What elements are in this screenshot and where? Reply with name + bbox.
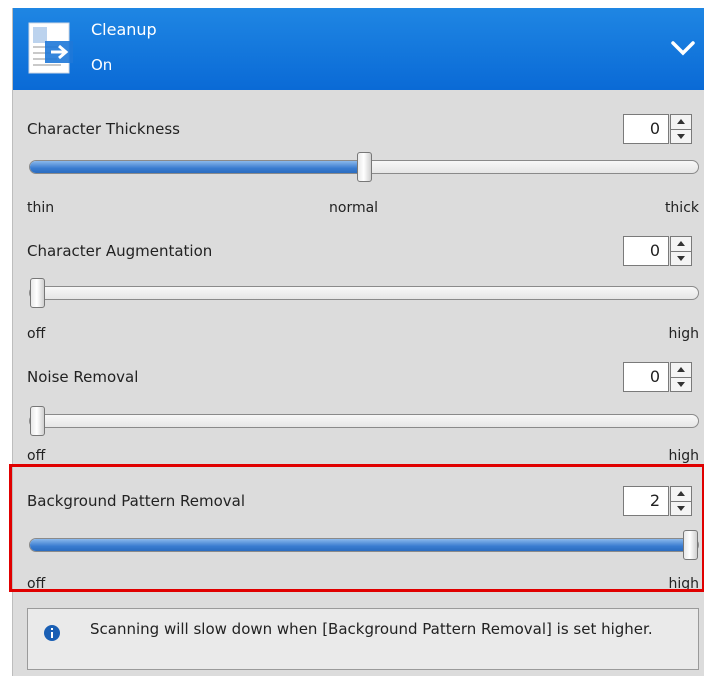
character-augmentation-label: Character Augmentation <box>27 242 213 260</box>
character-thickness-slider[interactable] <box>29 152 699 182</box>
character-thickness-label: Character Thickness <box>27 120 180 138</box>
noise-removal-stepper[interactable]: 0 <box>623 362 697 394</box>
character-thickness-stepper[interactable]: 0 <box>623 114 697 146</box>
noise-removal-label: Noise Removal <box>27 368 139 386</box>
cleanup-header[interactable]: Cleanup On <box>13 8 704 90</box>
character-thickness-value[interactable]: 0 <box>623 114 669 144</box>
tick-thick: thick <box>664 200 699 216</box>
slider-thumb[interactable] <box>357 152 372 182</box>
spin-down-icon[interactable] <box>671 377 691 391</box>
slider-fill <box>30 161 365 173</box>
noise-removal-slider[interactable] <box>29 406 699 436</box>
header-status: On <box>91 56 113 74</box>
tick-off: off <box>27 326 46 342</box>
tick-high: high <box>668 326 699 342</box>
tick-off: off <box>27 448 46 464</box>
spin-up-icon[interactable] <box>671 115 691 130</box>
tick-normal: normal <box>329 200 379 216</box>
spin-buttons <box>670 114 692 144</box>
chevron-down-icon[interactable] <box>669 38 697 58</box>
tick-high: high <box>668 448 699 464</box>
document-arrow-icon <box>28 22 73 74</box>
noise-removal-section: Noise Removal 0 off high <box>13 360 704 464</box>
info-icon <box>44 625 60 641</box>
character-thickness-section: Character Thickness 0 thin normal thick <box>13 112 704 224</box>
cleanup-panel: Cleanup On Character Thickness 0 thin no… <box>9 8 704 676</box>
header-title: Cleanup <box>91 20 157 39</box>
spin-up-icon[interactable] <box>671 363 691 378</box>
spin-up-icon[interactable] <box>671 237 691 252</box>
spin-down-icon[interactable] <box>671 251 691 265</box>
slider-thumb[interactable] <box>30 278 45 308</box>
spin-buttons <box>670 362 692 392</box>
character-augmentation-slider[interactable] <box>29 278 699 308</box>
slider-thumb[interactable] <box>30 406 45 436</box>
tick-thin: thin <box>27 200 55 216</box>
spin-down-icon[interactable] <box>671 129 691 143</box>
highlight-box <box>9 464 704 592</box>
character-augmentation-value[interactable]: 0 <box>623 236 669 266</box>
character-augmentation-stepper[interactable]: 0 <box>623 236 697 268</box>
spin-buttons <box>670 236 692 266</box>
info-message: Scanning will slow down when [Background… <box>27 608 699 670</box>
character-augmentation-section: Character Augmentation 0 off high <box>13 234 704 346</box>
info-text: Scanning will slow down when [Background… <box>90 620 653 638</box>
noise-removal-value[interactable]: 0 <box>623 362 669 392</box>
